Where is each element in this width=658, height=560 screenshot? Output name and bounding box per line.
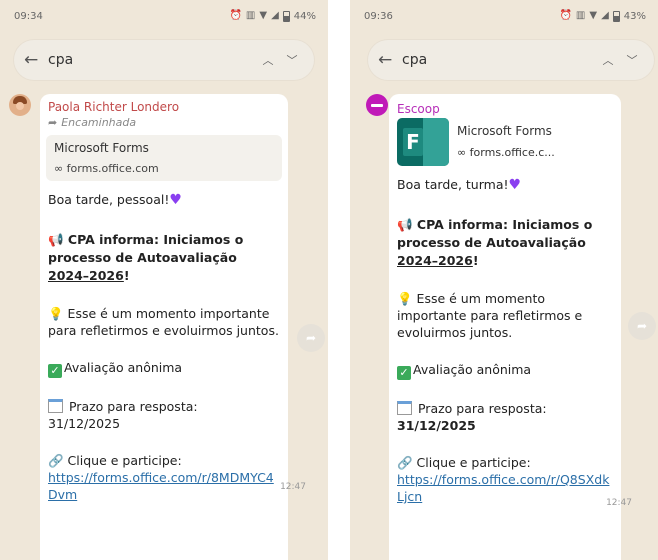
deadline-line: Prazo para resposta: 31/12/2025 — [397, 400, 613, 434]
deadline-label: Prazo para resposta: — [68, 399, 198, 414]
avatar[interactable] — [366, 94, 388, 116]
signal-icon: ◢ — [601, 10, 609, 21]
purple-heart-icon: ♥ — [508, 177, 522, 193]
moment-text: 💡 Esse é um momento importante para refl… — [397, 290, 613, 341]
status-bar: 09:36 ⏰ ▥ ▼ ◢ 43% — [350, 0, 658, 32]
greeting: Boa tarde, turma!♥ — [397, 176, 613, 194]
search-input[interactable] — [400, 51, 596, 69]
link-preview-title: Microsoft Forms — [54, 141, 149, 155]
cta-text: Clique e participe: — [67, 453, 182, 468]
greeting-text: Boa tarde, pessoal! — [48, 192, 170, 207]
chevron-down-icon[interactable]: ﹀ — [280, 52, 304, 68]
status-time: 09:34 — [14, 10, 43, 22]
calendar-icon — [48, 399, 63, 413]
form-link[interactable]: https://forms.office.com/r/Q8SXdkLjcn — [397, 472, 609, 504]
moment-text: 💡 Esse é um momento importante para refl… — [48, 305, 280, 339]
check-box-icon: ✓ — [48, 364, 62, 378]
form-link[interactable]: https://forms.office.com/r/8MDMYC4Dvm — [48, 470, 274, 502]
chevron-up-icon[interactable]: ︿ — [596, 52, 620, 68]
greeting-text: Boa tarde, turma! — [397, 177, 509, 192]
calendar-icon — [397, 401, 412, 415]
megaphone-icon: 📢 — [48, 232, 68, 247]
chat-search-bar: ← ︿ ﹀ — [14, 40, 314, 80]
lightbulb-icon: 💡 — [397, 291, 417, 306]
back-arrow-icon[interactable]: ← — [378, 50, 400, 70]
message-bubble[interactable]: Escoop F Microsoft Forms ∞ forms.office.… — [389, 94, 621, 560]
cta-line: 🔗 Clique e participe: https://forms.offic… — [397, 454, 613, 505]
back-arrow-icon[interactable]: ← — [24, 50, 46, 70]
link-preview-title: Microsoft Forms — [457, 124, 552, 138]
search-input[interactable] — [46, 51, 256, 69]
battery-icon — [282, 10, 290, 22]
forwarded-text: Encaminhada — [61, 116, 137, 129]
link-preview-url-text: forms.office.com — [66, 162, 159, 175]
message-time: 12:47 — [280, 482, 306, 492]
status-bar: 09:34 ⏰ ▥ ▼ ◢ 44% — [0, 0, 328, 32]
wifi-icon: ▼ — [589, 10, 598, 21]
lightbulb-icon: 💡 — [48, 306, 68, 321]
link-chain-icon: 🔗 — [48, 453, 68, 468]
forwarded-label: ➦ Encaminhada — [48, 116, 280, 129]
sender-name[interactable]: Escoop — [397, 102, 613, 116]
headline-year: 2024–2026 — [48, 268, 124, 283]
link-preview-url: ∞ forms.office.c... — [457, 146, 555, 159]
headline-suffix: ! — [472, 253, 479, 268]
headline-text: CPA informa: Iniciamos o processo de Aut… — [397, 217, 593, 250]
alarm-icon: ⏰ — [229, 10, 242, 21]
headline-text: CPA informa: Iniciamos o processo de Aut… — [48, 232, 244, 265]
battery-icon — [612, 10, 620, 22]
message-bubble[interactable]: Paola Richter Londero ➦ Encaminhada Micro… — [40, 94, 288, 560]
link-preview-info: Microsoft Forms ∞ forms.office.c... — [457, 118, 555, 159]
link-icon: ∞ — [54, 162, 67, 175]
link-preview-url: ∞ forms.office.com — [54, 162, 274, 175]
link-preview[interactable]: Microsoft Forms ∞ forms.office.com — [46, 135, 282, 181]
headline-suffix: ! — [123, 268, 130, 283]
deadline-date: 31/12/2025 — [397, 418, 476, 433]
link-preview[interactable]: F Microsoft Forms ∞ forms.office.c... — [397, 118, 613, 166]
phone-screen-right: 09:36 ⏰ ▥ ▼ ◢ 43% ← ︿ ﹀ Escoop F Microso… — [350, 0, 658, 560]
microsoft-forms-logo-icon: F — [397, 118, 449, 166]
signal-icon: ◢ — [271, 10, 279, 21]
share-icon[interactable]: ➦ — [297, 324, 325, 352]
sender-name[interactable]: Paola Richter Londero — [48, 100, 280, 114]
message-time: 12:47 — [606, 498, 632, 508]
headline-year: 2024–2026 — [397, 253, 473, 268]
cta-line: 🔗 Clique e participe: https://forms.offic… — [48, 452, 280, 503]
anonymous-text: Avaliação anônima — [64, 360, 183, 375]
check-box-icon: ✓ — [397, 366, 411, 380]
link-chain-icon: 🔗 — [397, 455, 417, 470]
anonymous-line: ✓ Avaliação anônima — [48, 359, 280, 378]
alarm-icon: ⏰ — [559, 10, 572, 21]
link-preview-url-text: forms.office.c... — [469, 146, 555, 159]
chevron-up-icon[interactable]: ︿ — [256, 52, 280, 68]
moment-body: Esse é um momento importante para reflet… — [48, 306, 279, 338]
headline: 📢 CPA informa: Iniciamos o processo de A… — [397, 216, 613, 270]
anonymous-line: ✓ Avaliação anônima — [397, 361, 613, 380]
battery-percent: 44% — [293, 10, 316, 22]
link-icon: ∞ — [457, 146, 470, 159]
megaphone-icon: 📢 — [397, 217, 417, 232]
cta-text: Clique e participe: — [416, 455, 531, 470]
deadline-label: Prazo para resposta: — [417, 401, 547, 416]
moment-body: Esse é um momento importante para reflet… — [397, 291, 583, 340]
purple-heart-icon: ♥ — [169, 192, 182, 208]
chevron-down-icon[interactable]: ﹀ — [620, 52, 644, 68]
status-icons: ⏰ ▥ ▼ ◢ 44% — [229, 10, 316, 22]
headline: 📢 CPA informa: Iniciamos o processo de A… — [48, 231, 280, 285]
wifi-icon: ▼ — [259, 10, 268, 21]
status-icons: ⏰ ▥ ▼ ◢ 43% — [559, 10, 646, 22]
forward-icon: ➦ — [48, 116, 58, 129]
battery-percent: 43% — [623, 10, 646, 22]
deadline-date: 31/12/2025 — [48, 416, 121, 431]
phone-screen-left: 09:34 ⏰ ▥ ▼ ◢ 44% ← ︿ ﹀ Paola Richter Lo… — [0, 0, 328, 560]
share-icon[interactable]: ➦ — [628, 312, 656, 340]
status-time: 09:36 — [364, 10, 393, 22]
vibrate-icon: ▥ — [575, 10, 586, 21]
greeting: Boa tarde, pessoal!♥ — [48, 191, 280, 209]
vibrate-icon: ▥ — [245, 10, 256, 21]
deadline-line: Prazo para resposta: 31/12/2025 — [48, 398, 280, 432]
avatar[interactable] — [9, 94, 31, 116]
chat-search-bar: ← ︿ ﹀ — [368, 40, 654, 80]
anonymous-text: Avaliação anônima — [413, 362, 532, 377]
